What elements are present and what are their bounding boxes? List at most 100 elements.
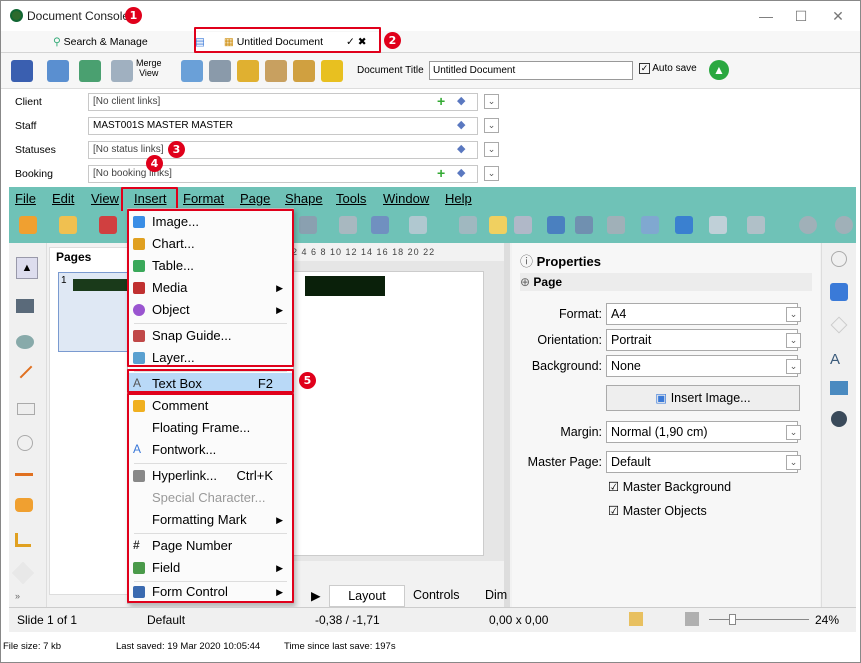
- master-page-select[interactable]: Default: [606, 451, 798, 473]
- menu-help[interactable]: Help: [445, 191, 472, 206]
- chevron-down-icon[interactable]: ⌄: [484, 166, 499, 181]
- format-select[interactable]: A4: [606, 303, 798, 325]
- export-icon[interactable]: [47, 60, 69, 82]
- eraser-icon[interactable]: ◆: [457, 118, 465, 131]
- fill-color-icon[interactable]: [16, 335, 34, 349]
- margin-select[interactable]: Normal (1,90 cm): [606, 421, 798, 443]
- key-icon[interactable]: [321, 60, 343, 82]
- menu-shape[interactable]: Shape: [285, 191, 323, 206]
- maximize-button[interactable]: ☐: [786, 5, 816, 27]
- special-char-icon[interactable]: [607, 216, 625, 234]
- orientation-select[interactable]: Portrait: [606, 329, 798, 351]
- chevron-down-icon[interactable]: ⌄: [484, 118, 499, 133]
- rectangle-icon[interactable]: [17, 403, 35, 415]
- gallery-deck-icon[interactable]: [830, 381, 848, 395]
- master-background-checkbox[interactable]: ☑ Master Background: [608, 479, 731, 494]
- menu-page[interactable]: Page: [240, 191, 270, 206]
- line-icon[interactable]: [19, 365, 33, 379]
- client-input[interactable]: [No client links]: [88, 93, 478, 111]
- notes-icon[interactable]: [293, 60, 315, 82]
- tab-dim[interactable]: Dim: [485, 588, 507, 602]
- shapes-deck-icon[interactable]: [830, 316, 848, 334]
- insert-image-button[interactable]: ▣ Insert Image...: [606, 385, 800, 411]
- open-icon[interactable]: [59, 216, 77, 234]
- splitter[interactable]: [504, 243, 510, 607]
- add-icon[interactable]: +: [437, 165, 445, 181]
- merge-view-icon[interactable]: [111, 60, 133, 82]
- save-icon[interactable]: [99, 216, 117, 234]
- menu-format[interactable]: Format: [183, 191, 224, 206]
- chevron-down-icon[interactable]: ⌄: [786, 307, 801, 322]
- background-select[interactable]: None: [606, 355, 798, 377]
- navigator-deck-icon[interactable]: [831, 411, 847, 427]
- page-thumbnail[interactable]: 1: [58, 272, 133, 352]
- zoom-level[interactable]: 24%: [815, 613, 839, 627]
- eraser-icon[interactable]: ◆: [457, 94, 465, 107]
- ellipse-icon[interactable]: [17, 435, 33, 451]
- image-icon[interactable]: [547, 216, 565, 234]
- minimize-button[interactable]: —: [751, 5, 781, 27]
- more-icon[interactable]: [799, 216, 817, 234]
- tab-controls[interactable]: Controls: [413, 588, 460, 602]
- fontwork-icon[interactable]: [641, 216, 659, 234]
- chevron-down-icon[interactable]: ⌄: [786, 455, 801, 470]
- text-icon[interactable]: [575, 216, 593, 234]
- stamp-icon[interactable]: [265, 60, 287, 82]
- select-arrow-icon[interactable]: ▲: [16, 257, 38, 279]
- tool-icon[interactable]: [299, 216, 317, 234]
- basic-shapes-icon[interactable]: [11, 561, 35, 585]
- auto-save-checkbox[interactable]: ✓ Auto save: [639, 63, 697, 74]
- statuses-input[interactable]: [No status links]: [88, 141, 478, 159]
- save-icon[interactable]: [11, 60, 33, 82]
- chevron-down-icon[interactable]: ⌄: [484, 94, 499, 109]
- expand-icon[interactable]: »: [15, 591, 20, 601]
- properties-deck-icon[interactable]: [830, 283, 848, 301]
- tab-layout[interactable]: Layout: [329, 585, 405, 607]
- line-color-icon[interactable]: [16, 299, 34, 313]
- menu-edit[interactable]: Edit: [52, 191, 74, 206]
- connector-icon[interactable]: [15, 533, 31, 547]
- print-icon[interactable]: [209, 60, 231, 82]
- undo-icon[interactable]: [371, 216, 389, 234]
- shapes-icon[interactable]: [675, 216, 693, 234]
- chevron-down-icon[interactable]: ⌄: [786, 425, 801, 440]
- align-icon[interactable]: [747, 216, 765, 234]
- menu-view[interactable]: View: [91, 191, 119, 206]
- email-icon[interactable]: [237, 60, 259, 82]
- curve-icon[interactable]: [15, 498, 33, 512]
- snap-icon[interactable]: [489, 216, 507, 234]
- merge-label: Merge: [136, 58, 162, 68]
- page-section-header[interactable]: ⊕ Page: [520, 273, 812, 291]
- chevron-down-icon[interactable]: ⌄: [484, 142, 499, 157]
- menu-file[interactable]: File: [15, 191, 36, 206]
- doc-title-input[interactable]: Untitled Document: [429, 61, 633, 80]
- new-icon[interactable]: [19, 216, 37, 234]
- styles-deck-icon[interactable]: A: [830, 351, 840, 368]
- settings-icon[interactable]: [831, 251, 847, 267]
- tab-search-manage[interactable]: ⚲ Search & Manage: [53, 32, 173, 52]
- redo-icon[interactable]: [409, 216, 427, 234]
- search-document-icon[interactable]: [181, 60, 203, 82]
- overflow-icon[interactable]: [835, 216, 853, 234]
- eraser-icon[interactable]: ◆: [457, 166, 465, 179]
- menu-window[interactable]: Window: [383, 191, 429, 206]
- chevron-down-icon[interactable]: ⌄: [786, 359, 801, 374]
- master-objects-checkbox[interactable]: ☑ Master Objects: [608, 503, 707, 518]
- globe-icon[interactable]: [79, 60, 101, 82]
- zoom-handle[interactable]: [729, 614, 736, 625]
- eraser-icon[interactable]: ◆: [457, 142, 465, 155]
- go-up-icon[interactable]: ▲: [709, 60, 729, 80]
- clone-icon[interactable]: [339, 216, 357, 234]
- arrow-line-icon[interactable]: [15, 473, 33, 476]
- staff-input[interactable]: MAST001S MASTER MASTER: [88, 117, 478, 135]
- tab-arrow-icon[interactable]: ▶: [311, 588, 321, 603]
- transform-icon[interactable]: [709, 216, 727, 234]
- grid-icon[interactable]: [459, 216, 477, 234]
- close-button[interactable]: ✕: [823, 5, 853, 27]
- chevron-down-icon[interactable]: ⌄: [786, 333, 801, 348]
- menu-tools[interactable]: Tools: [336, 191, 366, 206]
- add-icon[interactable]: +: [437, 93, 445, 109]
- merge-view-button[interactable]: Merge View: [136, 58, 162, 78]
- qr-icon[interactable]: [514, 216, 532, 234]
- zoom-slider[interactable]: [709, 619, 809, 620]
